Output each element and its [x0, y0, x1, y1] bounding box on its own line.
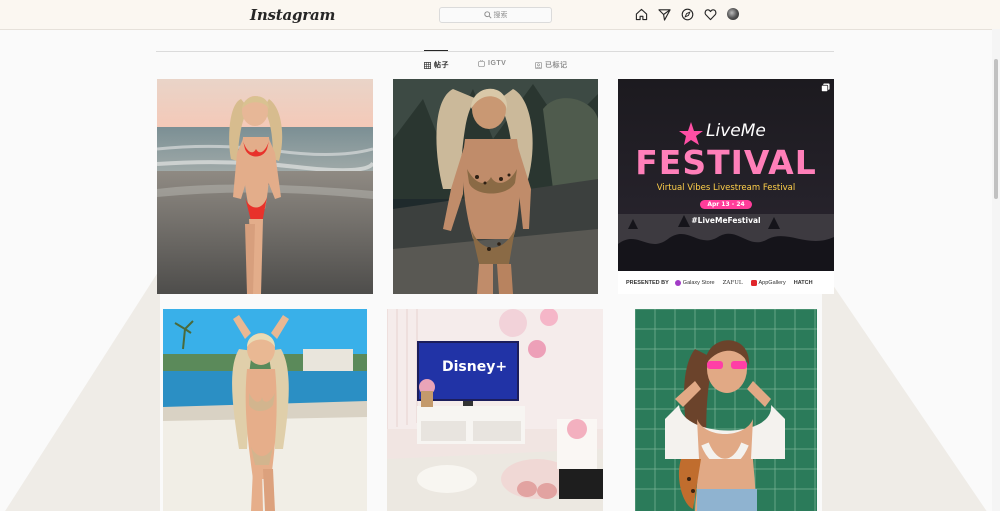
appgallery-icon [750, 279, 757, 286]
post-pink-sunglasses[interactable] [635, 309, 817, 511]
post-image-leopard [393, 79, 598, 294]
tab-posts-label: 帖子 [434, 62, 449, 69]
tabs-divider [156, 51, 834, 52]
background-wedge-left [0, 269, 160, 511]
post-image-pool [163, 309, 367, 511]
post-leopard-bikini[interactable] [393, 79, 598, 294]
post-disney-plus-room[interactable]: Disney+ [387, 309, 603, 511]
search-icon [483, 11, 492, 19]
explore-icon[interactable] [681, 8, 694, 21]
sponsor-appgallery: AppGallery [750, 279, 786, 286]
igtv-icon [478, 60, 485, 67]
festival-dates-pill: Apr 13 - 24 [700, 200, 752, 209]
post-beach-red-bikini[interactable] [157, 79, 373, 294]
tab-posts[interactable]: 帖子 [424, 60, 449, 70]
grid-icon [424, 61, 431, 69]
tab-tagged-label: 已标记 [545, 62, 568, 69]
instagram-logo[interactable]: Instagram [250, 6, 335, 24]
nav-icon-group [635, 8, 739, 22]
post-image-beach [157, 79, 373, 294]
sponsor-galaxy: Galaxy Store [674, 279, 715, 286]
multiple-photos-icon [821, 83, 830, 92]
direct-icon[interactable] [658, 8, 671, 21]
post-image-sunglasses [635, 309, 817, 511]
search-box[interactable]: 搜索 [439, 7, 552, 23]
sponsor-zaful: ZAFUL [722, 279, 743, 286]
post-liveme-festival[interactable]: LiveMe FESTIVAL Virtual Vibes Livestream… [618, 79, 834, 294]
profile-avatar[interactable] [727, 8, 739, 20]
festival-brand: LiveMe [706, 121, 766, 141]
profile-tabs: 帖子 IGTV 已标记 [0, 60, 1000, 72]
tab-igtv[interactable]: IGTV [478, 60, 506, 67]
search-placeholder: 搜索 [493, 12, 508, 19]
presented-by-label: PRESENTED BY [626, 279, 669, 286]
home-icon[interactable] [635, 8, 648, 21]
galaxy-store-icon [674, 279, 681, 286]
tab-tagged[interactable]: 已标记 [535, 60, 568, 70]
festival-title: FESTIVAL [635, 143, 817, 182]
scrollbar-thumb[interactable] [994, 59, 998, 199]
page-scrollbar[interactable] [992, 29, 1000, 511]
sponsor-hatch: HATCH [793, 279, 813, 286]
background-wedge-right [822, 269, 992, 511]
tv-disney-plus-logo: Disney+ [442, 359, 508, 375]
activity-heart-icon[interactable] [704, 8, 717, 21]
festival-subtitle: Virtual Vibes Livestream Festival [656, 183, 796, 193]
festival-sponsor-bar: PRESENTED BY Galaxy Store ZAFUL AppGalle… [618, 271, 834, 294]
post-beach-patterned-bikini[interactable] [163, 309, 367, 511]
active-tab-indicator [424, 50, 448, 51]
top-navigation-bar: Instagram 搜索 [0, 0, 1000, 30]
tagged-icon [535, 61, 542, 69]
post-image-room [387, 309, 603, 511]
festival-hashtag: #LiveMeFestival [691, 216, 761, 225]
tab-igtv-label: IGTV [488, 60, 507, 67]
